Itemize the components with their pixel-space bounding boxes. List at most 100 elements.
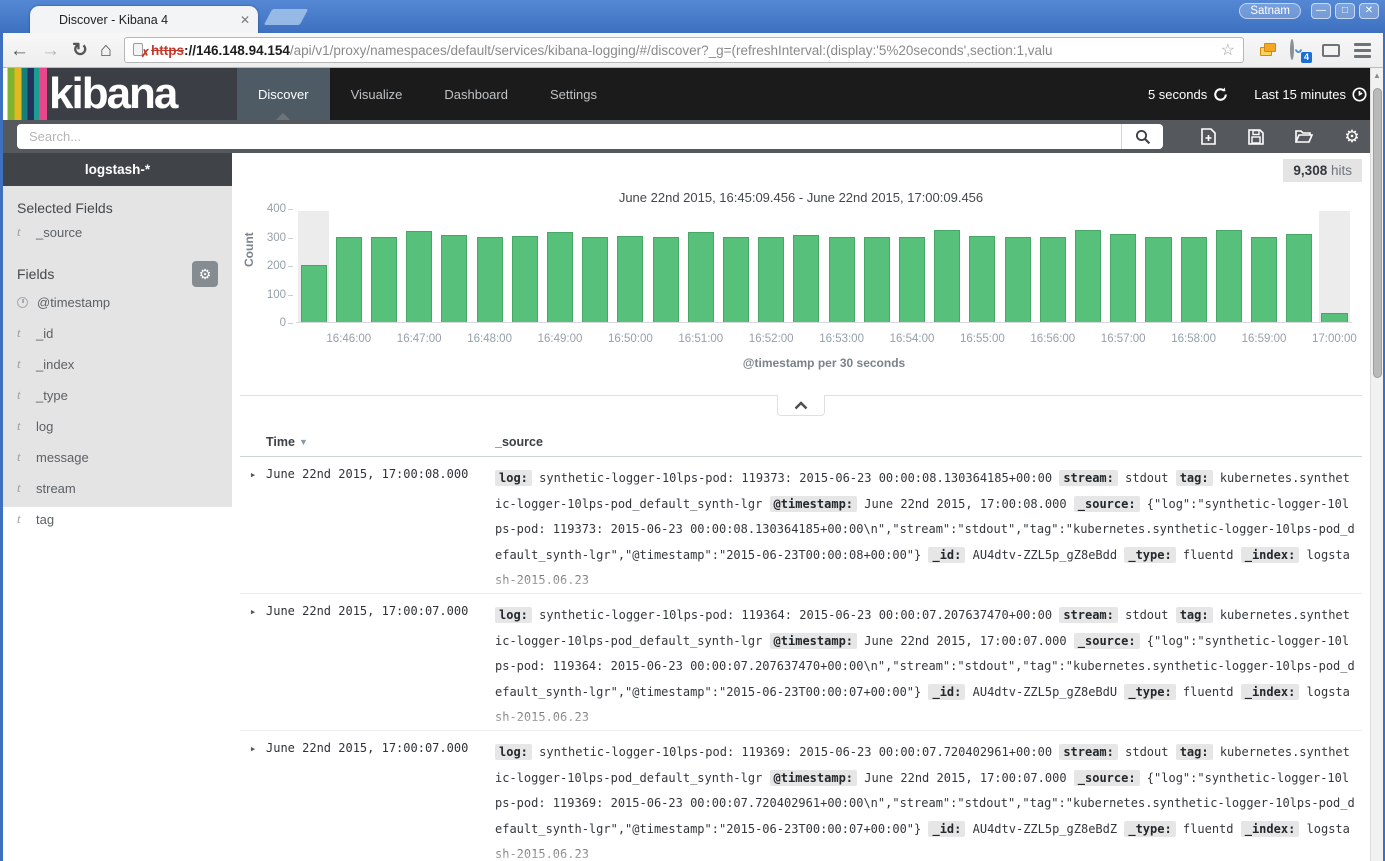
histogram-bar[interactable] (1251, 237, 1277, 322)
histogram-bar[interactable] (1005, 237, 1031, 322)
bar-slot (1176, 211, 1211, 322)
histogram-bar[interactable] (547, 232, 573, 322)
cast-extension-icon[interactable] (1322, 44, 1340, 57)
search-button[interactable] (1121, 124, 1163, 149)
chevron-up-icon (794, 401, 808, 410)
nav-tab-visualize[interactable]: Visualize (330, 68, 424, 120)
scrollbar-thumb[interactable] (1373, 88, 1382, 378)
url-bar[interactable]: ✗ https ://146.148.94.154 /api/v1/proxy/… (124, 37, 1244, 63)
collapse-chart-button[interactable] (777, 395, 825, 416)
histogram-bar[interactable] (301, 265, 327, 322)
kibana-logo[interactable]: kibana (3, 68, 237, 120)
scrollbar-up-arrow[interactable]: ▲ (1371, 71, 1383, 80)
bookmark-star-icon[interactable]: ☆ (1221, 40, 1235, 60)
reload-button[interactable]: ↻ (72, 41, 88, 60)
histogram-bar[interactable] (899, 237, 925, 322)
sidebar-field-index[interactable]: t_index (3, 348, 232, 379)
histogram-bar[interactable] (934, 230, 960, 322)
sidebar-field-timestamp[interactable]: @timestamp (3, 287, 232, 317)
histogram-bar[interactable] (1110, 234, 1136, 322)
chrome-menu-icon[interactable] (1354, 43, 1371, 58)
sidebar-field-source[interactable]: t_source (3, 216, 232, 247)
hangouts-badge: 4 (1301, 52, 1312, 63)
sidebar-field-id[interactable]: t_id (3, 317, 232, 348)
bar-slot (366, 211, 401, 322)
time-range-label: Last 15 minutes (1254, 87, 1346, 102)
save-search-button[interactable] (1247, 128, 1265, 146)
nav-tab-discover[interactable]: Discover (237, 68, 330, 120)
histogram-bar[interactable] (512, 236, 538, 322)
field-settings-button[interactable]: ⚙ (192, 261, 218, 287)
histogram-bar[interactable] (1321, 313, 1347, 322)
sidebar-field-log[interactable]: tlog (3, 410, 232, 441)
index-pattern-selector[interactable]: logstash-* (3, 153, 232, 186)
url-scheme: https (151, 43, 184, 58)
histogram-bar[interactable] (829, 237, 855, 322)
histogram-bar[interactable] (1145, 237, 1171, 322)
kibana-navbar: kibana DiscoverVisualizeDashboardSetting… (3, 68, 1383, 120)
histogram-bar[interactable] (723, 237, 749, 322)
search-input[interactable] (17, 124, 1121, 149)
expand-row-icon[interactable]: ▸ (240, 466, 266, 593)
histogram-bar[interactable] (793, 235, 819, 322)
refresh-interval-button[interactable]: 5 seconds (1148, 87, 1228, 102)
field-name: _id (36, 326, 53, 341)
table-row: ▸June 22nd 2015, 17:00:08.000log: synthe… (240, 457, 1362, 594)
open-search-button[interactable] (1295, 128, 1313, 146)
bar-slot (331, 211, 366, 322)
home-button[interactable]: ⌂ (100, 39, 112, 62)
nav-tab-settings[interactable]: Settings (529, 68, 618, 120)
histogram-bar[interactable] (477, 237, 503, 322)
forward-button[interactable]: → (41, 41, 60, 60)
source-column-header: _source (495, 435, 543, 449)
x-axis: 16:46:0016:47:0016:48:0016:49:0016:50:00… (296, 333, 1352, 349)
histogram-bar[interactable] (1216, 230, 1242, 322)
x-tick-label: 16:52:00 (749, 333, 794, 345)
time-range-button[interactable]: Last 15 minutes (1254, 87, 1367, 102)
notes-extension-icon[interactable] (1260, 43, 1276, 57)
histogram-bar[interactable] (969, 236, 995, 322)
field-name: _type (36, 388, 68, 403)
page-scrollbar[interactable]: ▲ (1370, 68, 1383, 861)
new-tab-button[interactable] (264, 9, 309, 25)
histogram-bar[interactable] (371, 237, 397, 322)
close-button[interactable]: ✕ (1359, 3, 1379, 19)
sidebar-field-message[interactable]: tmessage (3, 441, 232, 472)
histogram-bar[interactable] (406, 231, 432, 322)
nav-tab-dashboard[interactable]: Dashboard (423, 68, 529, 120)
histogram-bar[interactable] (336, 237, 362, 322)
back-button[interactable]: ← (10, 41, 29, 60)
histogram-bar[interactable] (864, 237, 890, 322)
histogram-bar[interactable] (617, 236, 643, 322)
histogram-bar[interactable] (1181, 237, 1207, 322)
new-search-button[interactable] (1199, 128, 1217, 146)
expand-row-icon[interactable]: ▸ (240, 603, 266, 730)
histogram-bar[interactable] (1075, 230, 1101, 322)
histogram-bar[interactable] (688, 232, 714, 322)
string-field-icon: t (17, 224, 27, 240)
histogram-bar[interactable] (1040, 237, 1066, 322)
maximize-button[interactable]: □ (1335, 3, 1355, 19)
sidebar-field-type[interactable]: t_type (3, 379, 232, 410)
histogram-bar[interactable] (653, 237, 679, 322)
expand-row-icon[interactable]: ▸ (240, 740, 266, 861)
histogram-bar[interactable] (1286, 234, 1312, 322)
time-column-header[interactable]: Time ▼ (266, 435, 495, 449)
field-name: log (36, 419, 53, 434)
field-badge: _id: (928, 821, 965, 837)
histogram-bar[interactable] (582, 237, 608, 322)
sidebar-field-stream[interactable]: tstream (3, 472, 232, 503)
settings-button[interactable]: ⚙ (1343, 128, 1361, 146)
histogram-bar[interactable] (758, 237, 784, 322)
insecure-lock-icon[interactable]: ✗ (133, 43, 147, 57)
tab-close-icon[interactable]: ✕ (240, 13, 250, 27)
profile-button[interactable]: Satnam (1239, 3, 1301, 19)
hangouts-extension-icon[interactable]: 4 (1290, 41, 1308, 59)
minimize-button[interactable]: — (1311, 3, 1331, 19)
bar-slot (683, 211, 718, 322)
histogram-bar[interactable] (441, 235, 467, 322)
sidebar-field-tag[interactable]: ttag (3, 503, 232, 534)
x-tick-label: 16:57:00 (1101, 333, 1146, 345)
bar-slot (402, 211, 437, 322)
browser-tab[interactable]: Discover - Kibana 4 ✕ (30, 6, 258, 33)
